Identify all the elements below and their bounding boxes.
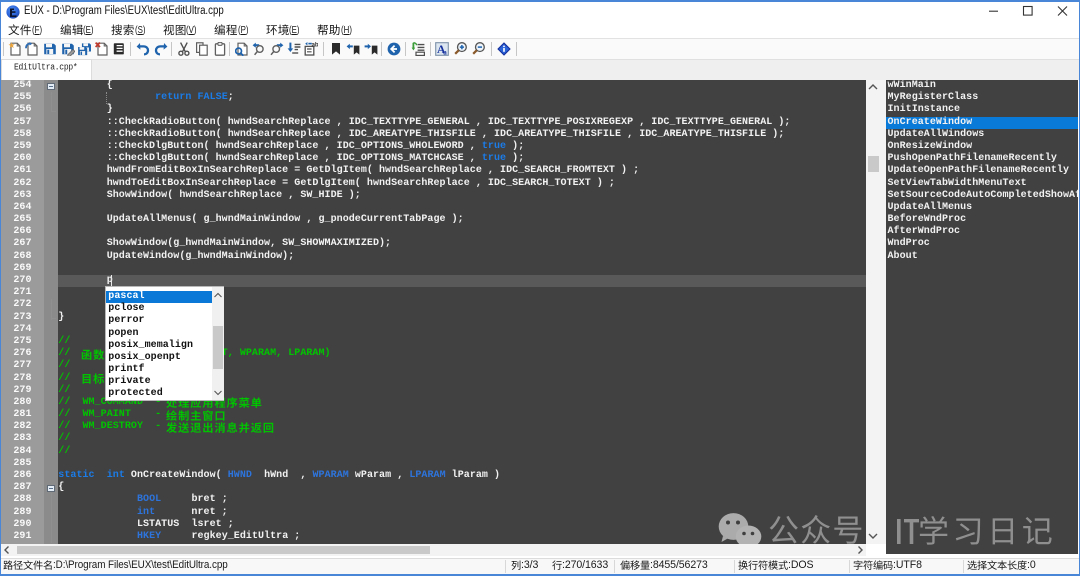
svg-text:a: a (443, 49, 447, 56)
svg-text:ab: ab (311, 43, 317, 49)
